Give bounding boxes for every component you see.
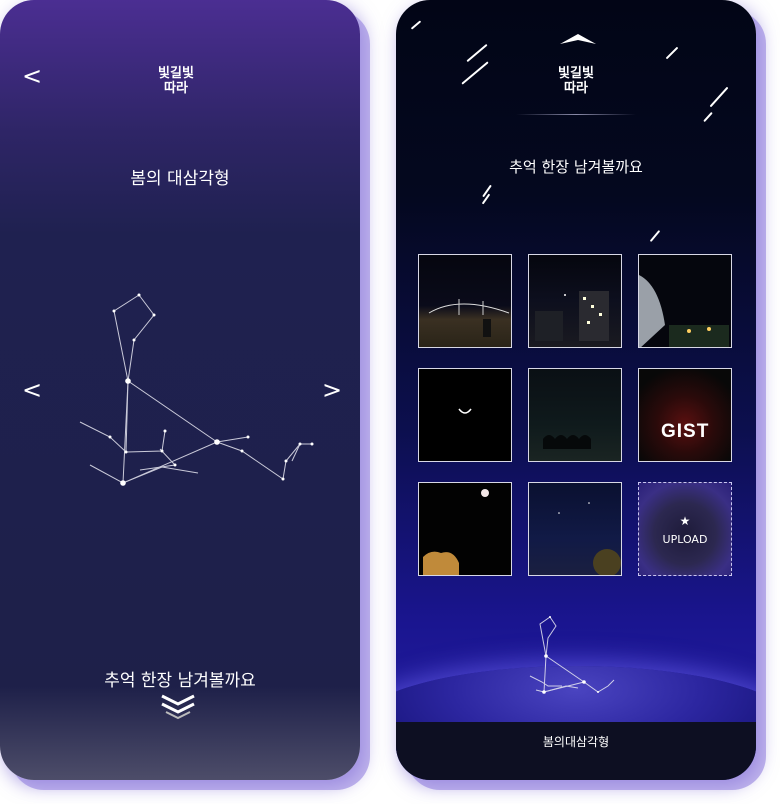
photo-thumb[interactable] xyxy=(418,482,512,576)
star-icon: ★ xyxy=(679,514,691,528)
photo-thumb[interactable]: GIST xyxy=(638,368,732,462)
memory-prompt: 추억 한장 남겨볼까요 xyxy=(509,158,643,176)
back-icon[interactable]: < xyxy=(22,64,42,88)
logo-line-1: 빛길빛 xyxy=(158,66,194,81)
prev-constellation-icon[interactable]: < xyxy=(22,378,42,402)
logo-line-2: 따라 xyxy=(564,81,588,96)
upload-button[interactable]: ★ UPLOAD xyxy=(638,482,732,576)
app-logo: 빛길빛 따라 xyxy=(546,66,606,96)
divider xyxy=(516,114,636,115)
constellation-screen: < 빛길빛 따라 봄의 대삼각형 < > 추억 한장 남겨볼까요 xyxy=(0,0,360,780)
shooting-star xyxy=(466,43,488,63)
constellation-diagram xyxy=(79,293,314,486)
shooting-star xyxy=(709,86,729,108)
constellation-mini xyxy=(529,616,615,694)
shooting-star xyxy=(461,61,489,85)
constellation-title: 봄의 대삼각형 xyxy=(130,169,230,189)
logo-line-1: 빛길빛 xyxy=(558,66,594,81)
photo-thumb[interactable] xyxy=(528,482,622,576)
upload-label: UPLOAD xyxy=(662,533,708,546)
photo-thumb[interactable] xyxy=(528,368,622,462)
next-constellation-icon[interactable]: > xyxy=(322,378,342,402)
memory-screen: 빛길빛 따라 추억 한장 남겨볼까요 GIST ★ UPLOAD 봄의대삼각형 xyxy=(396,0,756,780)
photo-grid: GIST ★ UPLOAD xyxy=(418,254,734,578)
logo-line-2: 따라 xyxy=(164,81,188,96)
bottom-prompt[interactable]: 추억 한장 남겨볼까요 xyxy=(0,666,360,691)
shooting-star xyxy=(410,20,422,30)
footer-label: 봄의대삼각형 xyxy=(542,735,610,749)
photo-thumb[interactable] xyxy=(638,254,732,348)
app-logo: 빛길빛 따라 xyxy=(146,66,206,96)
chevron-up-icon[interactable] xyxy=(560,32,596,46)
footer-bar: 봄의대삼각형 xyxy=(396,722,756,780)
gist-caption: GIST xyxy=(661,421,710,442)
double-chevron-down-icon[interactable] xyxy=(158,692,198,722)
shooting-star xyxy=(703,111,713,123)
photo-thumb[interactable] xyxy=(418,254,512,348)
shooting-star xyxy=(649,229,661,243)
shooting-star xyxy=(665,46,679,60)
photo-thumb[interactable] xyxy=(528,254,622,348)
photo-thumb[interactable] xyxy=(418,368,512,462)
